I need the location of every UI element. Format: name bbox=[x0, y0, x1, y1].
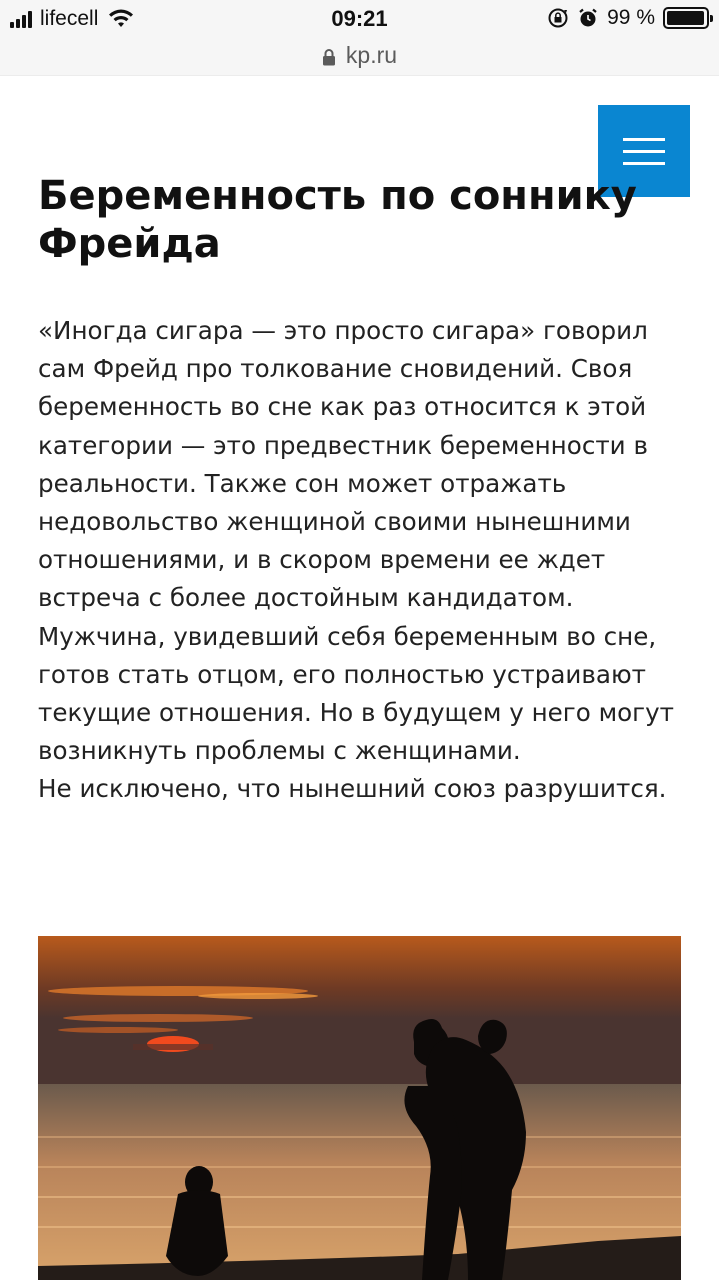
hamburger-line bbox=[623, 149, 665, 153]
lock-icon bbox=[322, 48, 335, 65]
hamburger-line bbox=[623, 161, 665, 165]
article-body: «Иногда сигара — это просто сигара» гово… bbox=[38, 312, 698, 809]
article-title: Беременность по соннику Фрейда bbox=[38, 173, 637, 267]
article-paragraph: «Иногда сигара — это просто сигара» гово… bbox=[38, 316, 648, 613]
status-bar-right: 99 % bbox=[547, 6, 713, 30]
sunset-couple-image bbox=[38, 936, 681, 1280]
url-text[interactable]: kp.ru bbox=[346, 42, 397, 69]
address-bar[interactable]: kp.ru bbox=[0, 36, 719, 76]
status-bar: lifecell 09:21 99 % bbox=[0, 0, 719, 40]
alarm-icon bbox=[579, 8, 597, 27]
battery-percent: 99 % bbox=[607, 6, 655, 29]
article-photo bbox=[38, 936, 681, 1280]
battery-icon bbox=[663, 7, 713, 29]
article-paragraph: Не исключено, что нынешний союз разрушит… bbox=[38, 774, 667, 804]
hamburger-menu-icon bbox=[623, 137, 665, 141]
rotation-lock-icon bbox=[548, 8, 568, 28]
article-paragraph: Мужчина, увидевший себя беременным во сн… bbox=[38, 621, 674, 766]
